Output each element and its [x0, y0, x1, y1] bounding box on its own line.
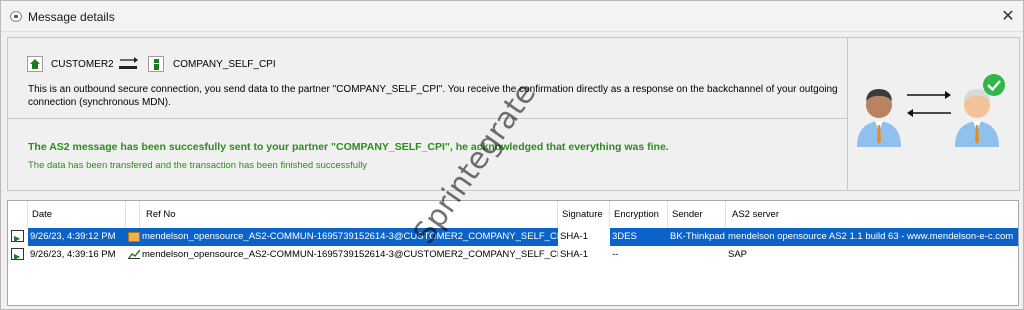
- sender-cell: [668, 246, 726, 264]
- signature-cell: SHA-1: [558, 228, 610, 246]
- kind-cell: [126, 228, 140, 246]
- column-header-direction[interactable]: [8, 201, 28, 228]
- table-header-row: Date Ref No Signature Encryption Sender …: [8, 201, 1018, 228]
- outbound-direction-cell: [8, 246, 28, 264]
- column-header-sender[interactable]: Sender: [668, 201, 726, 228]
- partner-user-icon: [955, 74, 1005, 147]
- column-header-ref-no[interactable]: Ref No: [140, 201, 558, 228]
- date-cell: 9/26/23, 4:39:12 PM: [28, 228, 126, 246]
- message-log-table[interactable]: Date Ref No Signature Encryption Sender …: [7, 200, 1019, 306]
- table-row[interactable]: 9/26/23, 4:39:16 PM mendelson_opensource…: [8, 246, 1018, 264]
- outbound-direction-cell: [8, 228, 28, 246]
- app-icon: [10, 11, 22, 22]
- table-row[interactable]: 9/26/23, 4:39:12 PM mendelson_opensource…: [8, 228, 1018, 246]
- home-station-icon: [27, 56, 43, 72]
- connection-description: This is an outbound secure connection, y…: [28, 84, 838, 108]
- remote-partner-name: COMPANY_SELF_CPI: [173, 59, 276, 70]
- kind-cell: [126, 246, 140, 264]
- column-header-as2-server[interactable]: AS2 server: [726, 201, 1018, 228]
- local-station-name: CUSTOMER2: [51, 59, 114, 70]
- ref-no-cell: mendelson_opensource_AS2-COMMUN-16957391…: [142, 249, 558, 260]
- exchange-arrows-icon: [907, 91, 951, 117]
- result-headline: The AS2 message has been succesfully sen…: [28, 141, 669, 153]
- close-button[interactable]: ✕: [993, 1, 1023, 32]
- local-user-icon: [857, 89, 901, 147]
- panel-divider: [7, 118, 848, 119]
- as2-server-cell: SAP: [728, 249, 748, 260]
- column-header-kind[interactable]: [126, 201, 140, 228]
- chart-icon: [128, 249, 140, 259]
- encryption-cell: --: [612, 249, 619, 260]
- outbound-arrow-icon: [11, 248, 24, 264]
- encryption-cell: 3DES: [610, 228, 668, 246]
- column-header-date[interactable]: Date: [28, 201, 126, 228]
- partners-exchange-illustration: [857, 74, 1005, 147]
- transfer-arrow-icon: [119, 57, 138, 69]
- mail-icon: [128, 232, 140, 242]
- message-details-window: Message details ✕ CUSTOMER2 COMPANY_SELF…: [0, 0, 1024, 310]
- column-header-signature[interactable]: Signature: [558, 201, 610, 228]
- result-detail: The data has been transfered and the tra…: [28, 160, 368, 171]
- column-header-encryption[interactable]: Encryption: [610, 201, 668, 228]
- partner-icon: [148, 56, 164, 72]
- title-bar: Message details ✕: [1, 1, 1023, 32]
- outbound-arrow-icon: [11, 230, 24, 246]
- as2-server-cell: mendelson opensource AS2 1.1 build 63 - …: [726, 228, 1018, 246]
- table-grid: Date Ref No Signature Encryption Sender …: [8, 201, 1018, 264]
- sender-cell: BK-Thinkpad: [668, 228, 726, 246]
- date-cell: 9/26/23, 4:39:16 PM: [30, 249, 116, 260]
- ref-no-cell: mendelson_opensource_AS2-COMMUN-16957391…: [140, 228, 558, 246]
- signature-cell: SHA-1: [560, 249, 588, 260]
- window-title: Message details: [28, 10, 115, 24]
